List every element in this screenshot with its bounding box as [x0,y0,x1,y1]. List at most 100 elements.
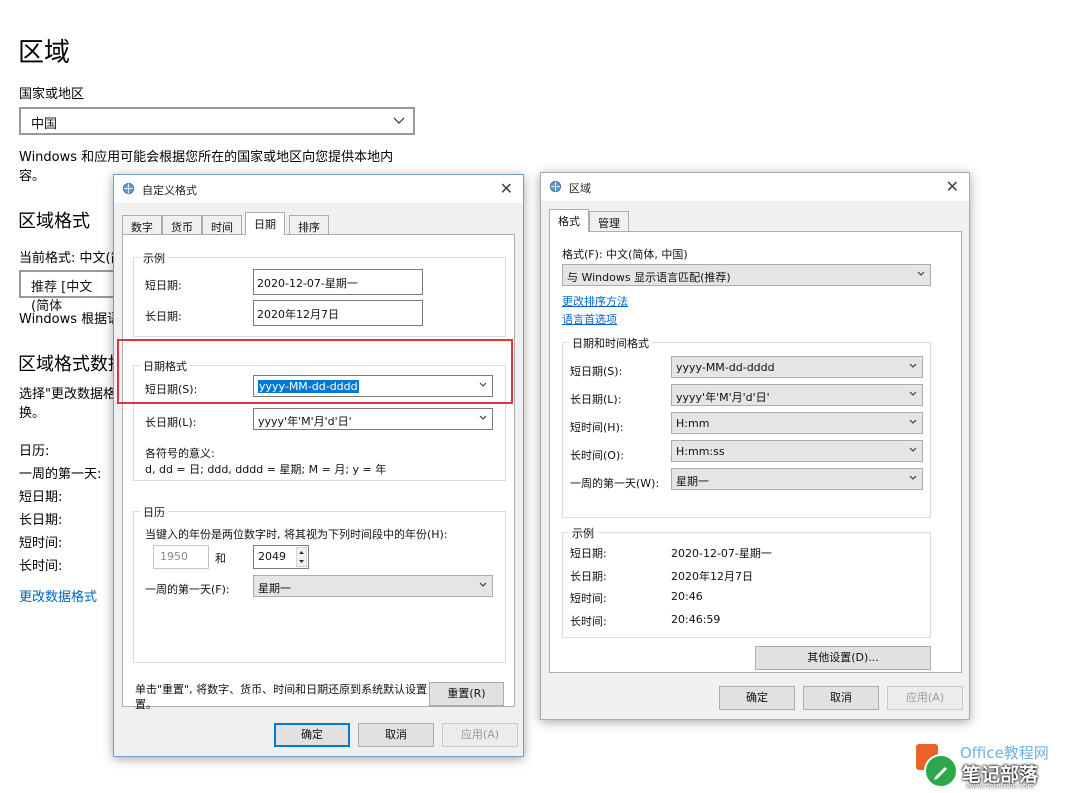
data-row: 日历: [19,444,50,459]
first-day-label: 一周的第一天(F): [145,583,230,596]
example-label: 短时间: [570,592,607,605]
example-value: 20:46 [671,590,703,603]
close-icon[interactable]: ✕ [946,177,959,196]
long-date-label: 长日期(L): [570,393,622,406]
format-label: 格式(F): 中文(简体, 中国) [562,248,688,261]
chevron-down-icon [909,363,917,368]
close-icon[interactable]: ✕ [500,179,513,198]
sample-group-title: 示例 [140,250,168,266]
chevron-down-icon [917,271,925,276]
symbol-meaning-title: 各符号的意义: [145,447,215,460]
tab-date[interactable]: 日期 [245,212,285,235]
calendar-group-title: 日历 [140,504,168,520]
example-group-title: 示例 [569,525,597,541]
long-time-label: 长时间(O): [570,449,624,462]
tab-format[interactable]: 格式 [549,209,589,232]
page-title: 区域 [18,38,71,68]
custom-dialog-title: 自定义格式 [142,184,197,197]
example-value: 2020年12月7日 [671,570,753,583]
custom-format-dialog: 自定义格式 ✕ 数字 货币 时间 日期 排序 示例 短日期: 2020-12-0… [113,174,524,757]
cancel-button[interactable]: 取消 [358,723,434,747]
reset-note: 单击"重置", 将数字、货币、时间和日期还原到系统默认设置 置。 [135,683,428,711]
data-row: 长日期: [19,513,63,528]
region-format-panel: 格式(F): 中文(简体, 中国) 与 Windows 显示语言匹配(推荐) 更… [549,231,962,673]
long-date-select[interactable]: yyyy'年'M'月'd'日' [671,384,923,406]
region-dialog-title: 区域 [569,182,591,195]
chevron-down-icon [393,117,405,124]
sample-short-value: 2020-12-07-星期一 [253,269,423,295]
long-date-label: 长日期(L): [145,416,197,429]
watermark-url: www.notetribe.com [966,782,1035,790]
short-date-select[interactable]: yyyy-MM-dd-dddd [671,356,923,378]
long-time-select[interactable]: H:mm:ss [671,440,923,462]
custom-titlebar: 自定义格式 ✕ [114,175,523,203]
two-digit-year-desc: 当键入的年份是两位数字时, 将其视为下列时间段中的年份(H): [145,528,448,541]
chevron-down-icon [479,415,487,420]
sample-long-label: 长日期: [145,310,182,323]
country-label: 国家或地区 [19,87,85,102]
and-label: 和 [215,552,226,565]
example-label: 长日期: [570,570,607,583]
chevron-down-icon [909,475,917,480]
example-value: 20:46:59 [671,613,721,626]
region-apply-button[interactable]: 应用(A) [887,686,963,710]
format-note: Windows 根据语 [19,312,121,327]
data-row: 长时间: [19,559,63,574]
datetime-group-title: 日期和时间格式 [569,335,652,351]
region-dialog: 区域 ✕ 格式 管理 格式(F): 中文(简体, 中国) 与 Windows 显… [540,172,970,720]
example-label: 短日期: [570,547,607,560]
reset-button[interactable]: 重置(R) [429,682,504,706]
spinner-arrows-icon[interactable] [296,547,307,567]
watermark: Office教程网 笔记部落 www.notetribe.com [916,744,1076,790]
first-day-label: 一周的第一天(W): [570,477,660,490]
data-heading: 区域格式数据 [18,354,126,375]
first-day-select[interactable]: 星期一 [253,575,493,597]
region-cancel-button[interactable]: 取消 [803,686,879,710]
date-panel: 示例 短日期: 2020-12-07-星期一 长日期: 2020年12月7日 日… [122,234,515,711]
ok-button[interactable]: 确定 [274,723,350,747]
chevron-down-icon [479,582,487,587]
other-settings-button[interactable]: 其他设置(D)... [755,646,931,670]
format-select[interactable]: 与 Windows 显示语言匹配(推荐) [562,264,931,286]
sample-long-value: 2020年12月7日 [253,300,423,326]
tab-sort[interactable]: 排序 [289,215,329,235]
pencil-glyph-icon [934,767,947,780]
chevron-down-icon [909,419,917,424]
first-day-select[interactable]: 星期一 [671,468,923,490]
globe-icon [122,182,135,195]
from-year-input: 1950 [153,545,209,569]
to-year-input[interactable]: 2049 [253,545,309,569]
chevron-down-icon [909,447,917,452]
country-select[interactable]: 中国 [19,107,415,135]
tab-time[interactable]: 时间 [202,215,242,235]
highlight-box [117,339,513,404]
sample-short-label: 短日期: [145,279,182,292]
symbol-meaning-text: d, dd = 日; ddd, dddd = 星期; M = 月; y = 年 [145,463,387,476]
tab-number[interactable]: 数字 [122,215,162,235]
data-rows: 日历: 一周的第一天: 短日期: 长日期: 短时间: 长时间: [19,440,101,578]
format-heading: 区域格式 [18,211,90,232]
change-sort-link[interactable]: 更改排序方法 [562,293,628,309]
language-preferences-link[interactable]: 语言首选项 [562,311,617,327]
current-format-label: 当前格式: 中文(简 [19,251,124,266]
data-row: 一周的第一天: [19,467,102,482]
pen-icon [924,754,958,788]
example-label: 长时间: [570,615,607,628]
tab-currency[interactable]: 货币 [162,215,202,235]
change-data-format-link[interactable]: 更改数据格式 [19,586,97,605]
example-value: 2020-12-07-星期一 [671,547,772,560]
region-ok-button[interactable]: 确定 [719,686,795,710]
data-row: 短日期: [19,490,63,505]
short-date-label: 短日期(S): [570,365,623,378]
data-row: 短时间: [19,536,63,551]
recommended-format-select[interactable]: 推荐 [中文(简体 [19,270,119,314]
data-note: 选择"更改数据格 换。 [19,387,116,421]
long-date-format-input[interactable]: yyyy'年'M'月'd'日' [253,408,493,430]
apply-button[interactable]: 应用(A) [442,723,518,747]
region-titlebar: 区域 ✕ [541,173,969,201]
chevron-down-icon [909,391,917,396]
short-time-select[interactable]: H:mm [671,412,923,434]
tab-manage[interactable]: 管理 [589,211,629,231]
short-time-label: 短时间(H): [570,421,624,434]
globe-icon [549,180,562,193]
